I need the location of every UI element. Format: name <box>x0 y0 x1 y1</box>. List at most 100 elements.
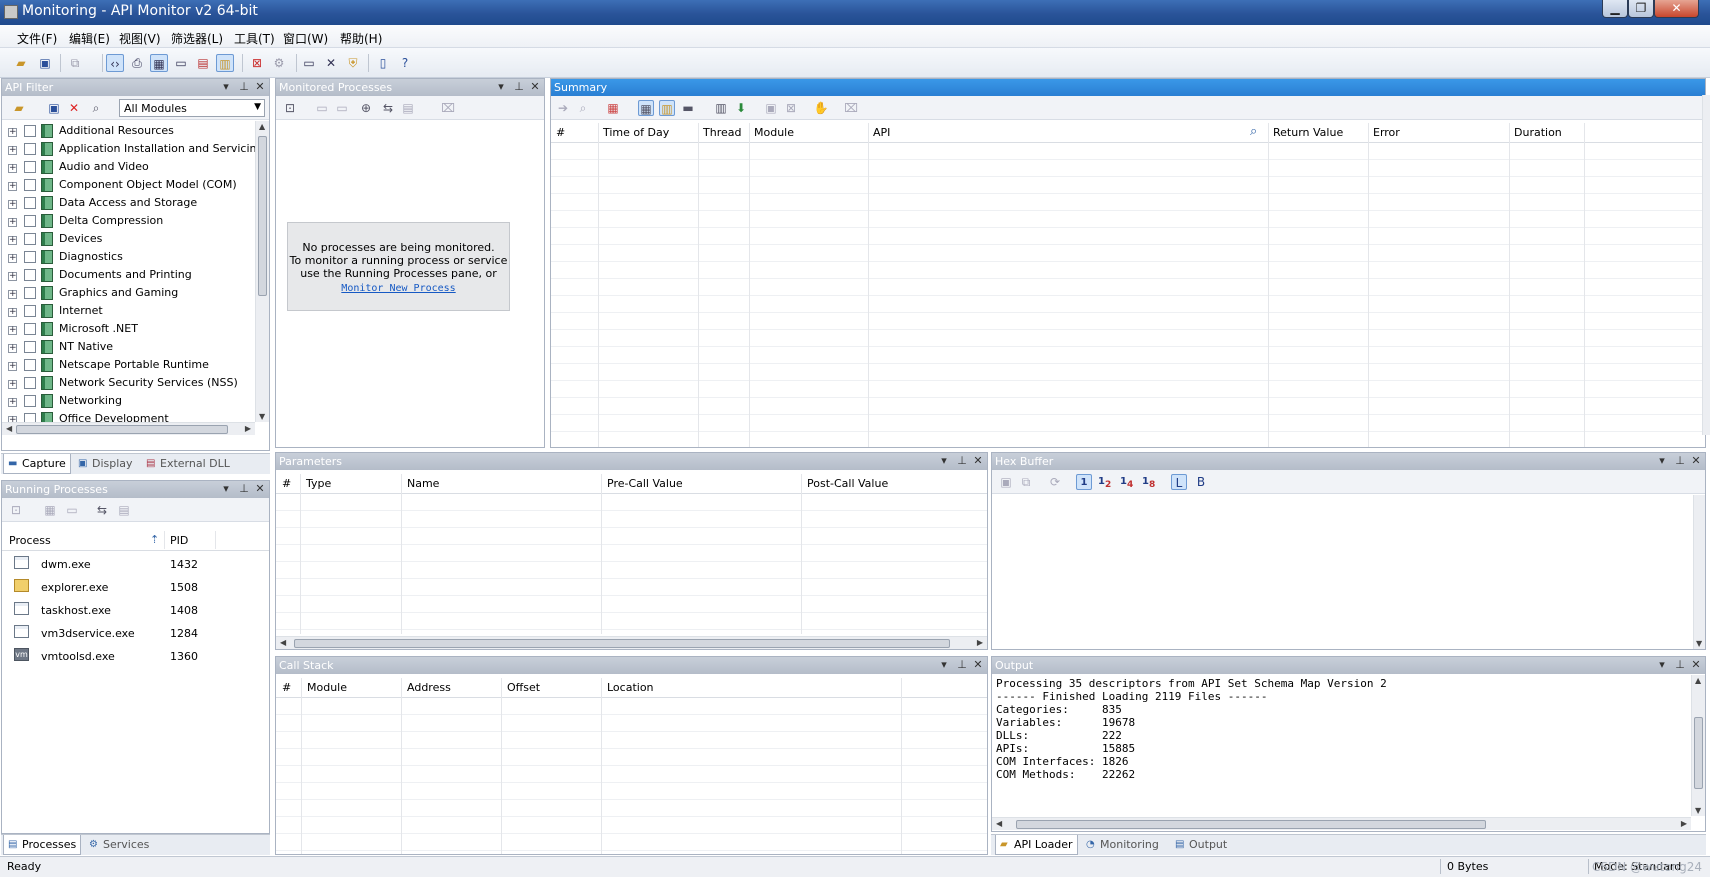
details-icon[interactable]: ▬ <box>680 100 696 116</box>
target-icon[interactable]: ⊕ <box>358 100 374 116</box>
dropdown-icon[interactable]: ▾ <box>219 80 233 93</box>
process-row[interactable]: taskhost.exe 1408 <box>2 600 269 621</box>
open-icon[interactable]: ▰ <box>11 100 27 116</box>
monitor-new-process-icon[interactable]: ⊡ <box>282 100 298 116</box>
arrow-right-icon[interactable]: ➔ <box>555 100 571 116</box>
menu-help[interactable]: 帮助(H) <box>340 30 382 47</box>
hex-vertical-scrollbar[interactable]: ▼ <box>1693 495 1705 649</box>
window-icon[interactable]: ▭ <box>172 54 190 72</box>
category-checkbox[interactable] <box>24 269 36 281</box>
pin-icon[interactable]: ⊥ <box>237 482 251 495</box>
monitor-new-process-link[interactable]: Monitor New Process <box>288 282 509 295</box>
menu-tools[interactable]: 工具(T) <box>234 30 275 47</box>
help-icon[interactable]: ? <box>396 54 414 72</box>
col-thread[interactable]: Thread <box>703 126 741 139</box>
refresh-icon[interactable]: ⟳ <box>1047 474 1063 490</box>
expand-icon[interactable]: + <box>8 362 17 371</box>
byte-view-2-icon[interactable]: 12 <box>1098 474 1114 490</box>
category-checkbox[interactable] <box>24 215 36 227</box>
book-icon[interactable]: ▯ <box>374 54 392 72</box>
col-name[interactable]: Name <box>407 477 439 490</box>
summary-scroll-edge[interactable] <box>1702 95 1710 435</box>
col-duration[interactable]: Duration <box>1514 126 1562 139</box>
window-icon[interactable]: ▭ <box>334 100 350 116</box>
col-return-value[interactable]: Return Value <box>1273 126 1343 139</box>
col-address[interactable]: Address <box>407 681 451 694</box>
col-post-call-value[interactable]: Post-Call Value <box>807 477 888 490</box>
properties-icon[interactable]: ▤ <box>116 502 132 518</box>
category-checkbox[interactable] <box>24 413 36 422</box>
refresh-icon[interactable]: ⇆ <box>94 502 110 518</box>
tab-output[interactable]: ▤ Output <box>1171 835 1231 855</box>
col-index[interactable]: # <box>556 126 565 139</box>
category-checkbox[interactable] <box>24 125 36 137</box>
tab-display[interactable]: ▣ Display <box>74 454 137 474</box>
module-select[interactable]: All Modules ▼ <box>119 99 265 117</box>
monitor-icon[interactable]: ⊠ <box>248 54 266 72</box>
byte-view-1-icon[interactable]: 1 <box>1076 474 1092 490</box>
tab-services[interactable]: ⚙ Services <box>85 835 153 855</box>
close-view-icon[interactable]: ⊠ <box>783 100 799 116</box>
pin-icon[interactable]: ⊥ <box>512 80 526 93</box>
tree-vertical-scrollbar[interactable]: ▲ ▼ <box>255 121 269 422</box>
expand-icon[interactable]: + <box>8 326 17 335</box>
color-grid-icon[interactable]: ▦ <box>605 100 621 116</box>
category-checkbox[interactable] <box>24 233 36 245</box>
screen-icon[interactable]: ▭ <box>300 54 318 72</box>
window-icon[interactable]: ▭ <box>64 502 80 518</box>
col-time-of-day[interactable]: Time of Day <box>603 126 669 139</box>
col-index[interactable]: # <box>282 477 291 490</box>
tree-view-icon[interactable]: ▦ <box>638 100 654 116</box>
col-pre-call-value[interactable]: Pre-Call Value <box>607 477 683 490</box>
expand-icon[interactable]: + <box>8 380 17 389</box>
window-icon[interactable]: ▭ <box>314 100 330 116</box>
pin-icon[interactable]: ⊥ <box>955 454 969 467</box>
col-type[interactable]: Type <box>306 477 331 490</box>
export-icon[interactable]: ▤ <box>400 100 416 116</box>
tree-horizontal-scrollbar[interactable]: ◀ ▶ <box>2 422 255 435</box>
menu-filter[interactable]: 筛选器(L) <box>171 30 223 47</box>
category-checkbox[interactable] <box>24 341 36 353</box>
expand-icon[interactable]: + <box>8 164 17 173</box>
copy-icon[interactable]: ⧉ <box>66 54 84 72</box>
close-icon[interactable]: ✕ <box>528 80 542 93</box>
close-icon[interactable]: ✕ <box>971 658 985 671</box>
save-icon[interactable]: ▣ <box>36 54 54 72</box>
expand-icon[interactable]: + <box>8 254 17 263</box>
dropdown-icon[interactable]: ▾ <box>937 658 951 671</box>
open-icon[interactable]: ▰ <box>12 54 30 72</box>
col-api[interactable]: API <box>873 126 890 139</box>
download-icon[interactable]: ⬇ <box>733 100 749 116</box>
close-icon[interactable]: ✕ <box>253 482 267 495</box>
menu-view[interactable]: 视图(V) <box>119 30 161 47</box>
category-checkbox[interactable] <box>24 143 36 155</box>
category-checkbox[interactable] <box>24 161 36 173</box>
trash-icon[interactable]: ⌧ <box>440 100 456 116</box>
tab-capture[interactable]: ▬ Capture <box>3 454 71 474</box>
little-endian-icon[interactable]: L <box>1171 474 1187 490</box>
process-row[interactable]: vm vmtoolsd.exe 1360 <box>2 646 269 667</box>
detach-icon[interactable]: ⇆ <box>380 100 396 116</box>
col-index[interactable]: # <box>282 681 291 694</box>
expand-icon[interactable]: + <box>8 308 17 317</box>
expand-icon[interactable]: + <box>8 218 17 227</box>
big-endian-icon[interactable]: B <box>1193 474 1209 490</box>
find-icon[interactable]: ⌕ <box>88 100 104 116</box>
pin-icon[interactable]: ⊥ <box>955 658 969 671</box>
process-row[interactable]: dwm.exe 1432 <box>2 554 269 575</box>
dropdown-icon[interactable]: ▾ <box>1655 454 1669 467</box>
monitor-process-icon[interactable]: ⊡ <box>8 502 24 518</box>
col-location[interactable]: Location <box>607 681 654 694</box>
byte-view-4-icon[interactable]: 14 <box>1120 474 1136 490</box>
expand-icon[interactable]: + <box>8 182 17 191</box>
close-icon[interactable]: ✕ <box>971 454 985 467</box>
expand-icon[interactable]: + <box>8 272 17 281</box>
expand-icon[interactable]: + <box>8 200 17 209</box>
col-module[interactable]: Module <box>307 681 347 694</box>
columns-icon[interactable]: ▥ <box>713 100 729 116</box>
pin-icon[interactable]: ⊥ <box>1673 658 1687 671</box>
col-module[interactable]: Module <box>754 126 794 139</box>
find-icon[interactable]: ⌕ <box>575 100 591 116</box>
dropdown-icon[interactable]: ▾ <box>494 80 508 93</box>
expand-icon[interactable]: + <box>8 398 17 407</box>
